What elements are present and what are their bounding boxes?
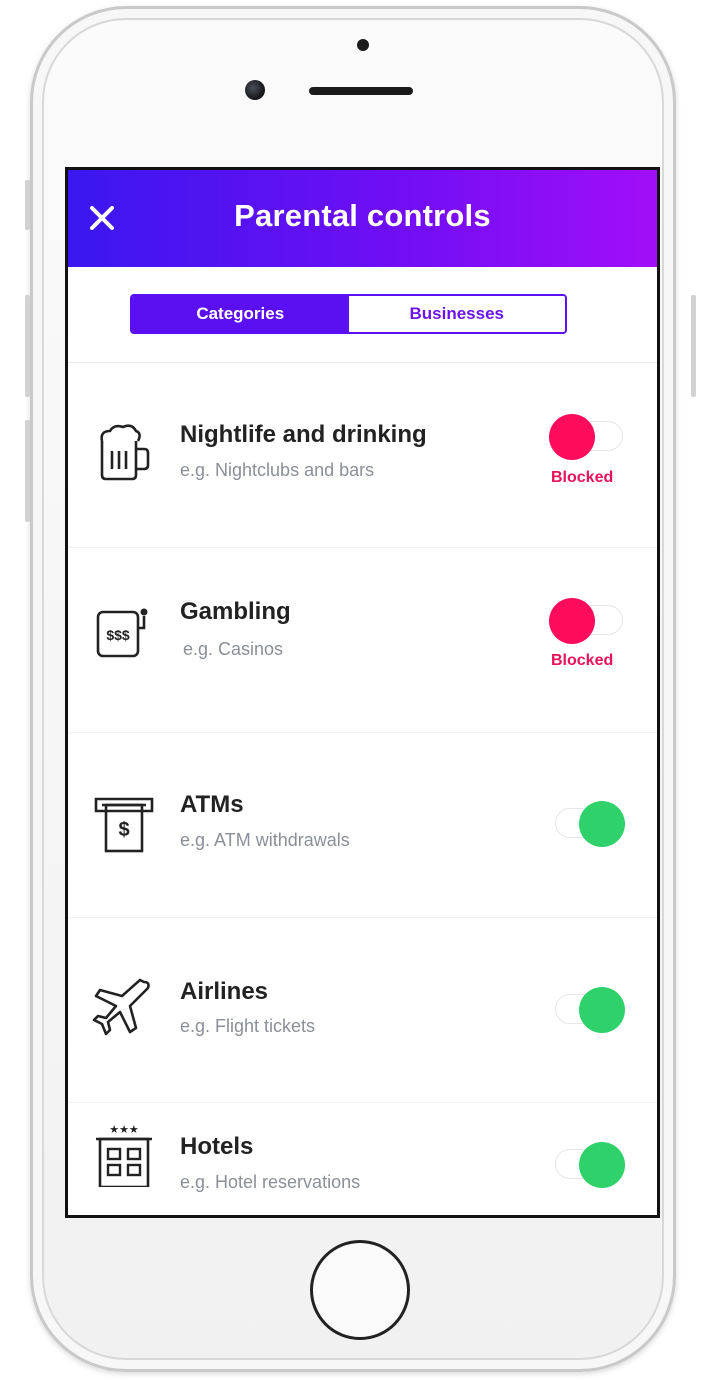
category-toggle-atms[interactable] <box>549 801 625 847</box>
atm-icon: $ <box>94 797 154 853</box>
toggle-knob <box>549 598 595 644</box>
category-row-gambling: $$$ Gambling e.g. Casinos Blocked <box>68 548 657 733</box>
category-title: Nightlife and drinking <box>180 421 427 448</box>
category-subtitle: e.g. ATM withdrawals <box>180 830 350 850</box>
category-toggle-airlines[interactable] <box>549 987 625 1033</box>
status-badge: Blocked <box>551 652 614 669</box>
category-toggle-nightlife[interactable] <box>549 414 623 460</box>
category-title: Hotels <box>180 1133 254 1160</box>
volume-down-button <box>25 420 30 522</box>
category-row-atms: $ ATMs e.g. ATM withdrawals <box>68 733 657 918</box>
toggle-knob <box>579 1142 625 1188</box>
category-toggle-hotels[interactable] <box>549 1142 625 1188</box>
power-button <box>691 295 696 397</box>
hotel-icon: ★★★ <box>96 1123 152 1187</box>
airplane-icon <box>92 978 150 1036</box>
earpiece-speaker <box>309 87 413 95</box>
volume-up-button <box>25 295 30 397</box>
home-button[interactable] <box>310 1240 410 1340</box>
front-camera <box>245 80 265 100</box>
category-title: ATMs <box>180 791 244 818</box>
app-screen: Parental controls Categories Businesses … <box>65 167 660 1218</box>
category-row-nightlife: Nightlife and drinking e.g. Nightclubs a… <box>68 363 657 548</box>
beer-mug-icon <box>100 424 150 481</box>
category-row-airlines: Airlines e.g. Flight tickets <box>68 918 657 1103</box>
toggle-knob <box>579 987 625 1033</box>
svg-text:$$$: $$$ <box>106 627 130 643</box>
status-badge: Blocked <box>551 469 614 486</box>
side-button <box>25 180 30 230</box>
app-header: Parental controls <box>68 170 657 267</box>
toggle-knob <box>579 801 625 847</box>
slot-machine-icon: $$$ <box>96 608 148 658</box>
svg-text:★★★: ★★★ <box>109 1123 139 1136</box>
category-title: Airlines <box>180 978 269 1005</box>
tab-businesses[interactable]: Businesses <box>348 296 565 332</box>
category-row-hotels: ★★★ Hotels e.g. Hotel reservations <box>68 1103 657 1215</box>
category-business-switcher: Categories Businesses <box>130 294 567 334</box>
category-subtitle: e.g. Flight tickets <box>180 1016 316 1036</box>
device-mockup: Parental controls Categories Businesses … <box>0 0 702 1380</box>
category-subtitle: e.g. Casinos <box>183 639 284 659</box>
tab-categories[interactable]: Categories <box>132 296 349 332</box>
category-toggle-gambling[interactable] <box>549 598 623 644</box>
toggle-knob <box>549 414 595 460</box>
category-title: Gambling <box>180 598 291 625</box>
page-title: Parental controls <box>234 198 491 233</box>
proximity-sensor <box>357 39 369 51</box>
category-subtitle: e.g. Hotel reservations <box>180 1172 361 1192</box>
svg-text:$: $ <box>118 819 129 841</box>
category-subtitle: e.g. Nightclubs and bars <box>180 460 375 480</box>
